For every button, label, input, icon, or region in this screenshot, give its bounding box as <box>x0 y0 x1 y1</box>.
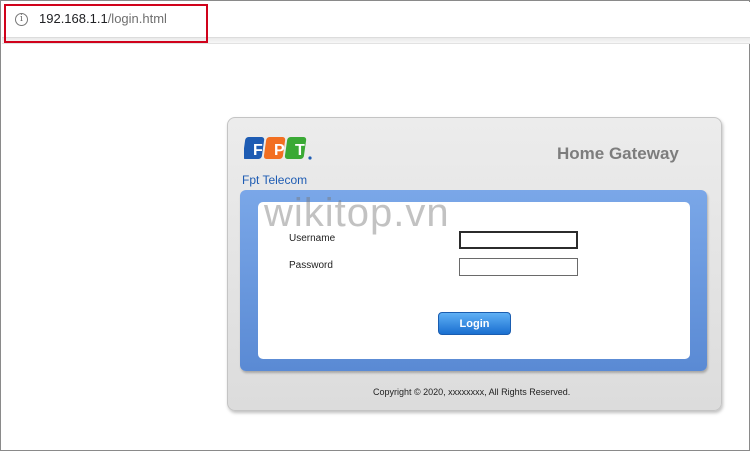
page-title: Home Gateway <box>557 144 679 163</box>
url-text[interactable]: 192.168.1.1/login.html <box>39 11 167 26</box>
username-label: Username <box>289 233 336 244</box>
login-button[interactable]: Login <box>438 312 511 335</box>
info-icon[interactable]: i <box>15 13 28 26</box>
logo-letter-f: F <box>253 142 263 159</box>
copyright-text: Copyright © 2020, xxxxxxxx, All Rights R… <box>373 387 571 397</box>
logo-dot <box>308 156 312 160</box>
password-input[interactable] <box>459 258 578 276</box>
password-label: Password <box>289 260 333 271</box>
url-host: 192.168.1.1 <box>39 11 108 26</box>
username-input[interactable] <box>459 231 578 249</box>
logo-letter-t: T <box>295 142 305 159</box>
logo-text: Fpt Telecom <box>242 173 308 187</box>
watermark: wikitop.vn <box>264 191 450 235</box>
logo-letter-p: P <box>274 142 285 159</box>
url-path: /login.html <box>107 11 167 26</box>
